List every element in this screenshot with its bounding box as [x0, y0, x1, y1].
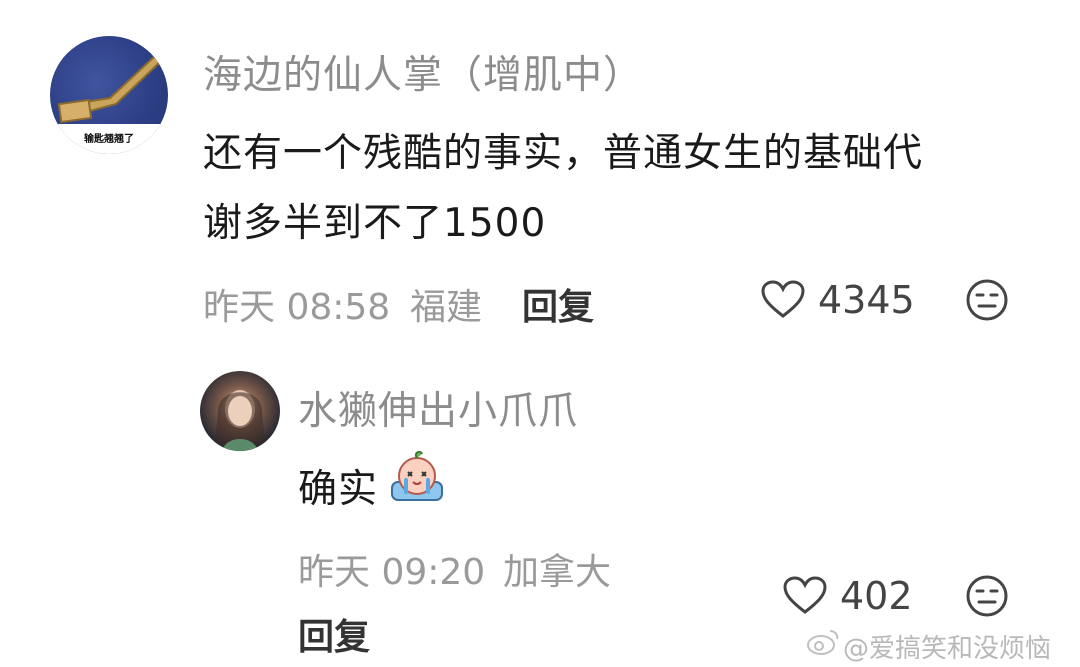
comment-text-line-1: 还有一个残酷的事实，普通女生的基础代: [203, 131, 924, 176]
weibo-logo-icon: [807, 630, 839, 655]
watermark: @爱搞笑和没烦恼: [843, 634, 1052, 664]
reply-button[interactable]: 回复: [522, 278, 594, 330]
heart-outline-icon[interactable]: [760, 280, 806, 320]
comment-location: 福建: [410, 287, 483, 328]
comment-location: 加拿大: [503, 552, 612, 593]
portrait-image-icon: [214, 390, 266, 451]
avatar[interactable]: 输匙翘翘了: [50, 36, 168, 154]
comment-time: 昨天 09:20: [298, 552, 486, 593]
avatar-caption: 输匙翘翘了: [84, 134, 134, 145]
comment-time: 昨天 08:58: [203, 287, 391, 328]
crying-peach-emoji: [391, 450, 443, 501]
reply-button[interactable]: 回复: [298, 608, 370, 660]
comment-author[interactable]: 水獭伸出小爪爪: [298, 380, 578, 436]
comment-author[interactable]: 海边的仙人掌（增肌中）: [203, 44, 643, 100]
avatar[interactable]: [200, 371, 280, 451]
avatar-caption-strip: 输匙翘翘了: [50, 124, 168, 154]
comment-text-line-2: 谢多半到不了1500: [203, 201, 547, 246]
like-count: 402: [840, 574, 913, 618]
like-count: 4345: [818, 278, 915, 322]
neutral-face-icon[interactable]: [965, 278, 1009, 322]
comment-text: 确实: [298, 467, 379, 512]
neutral-face-icon[interactable]: [965, 574, 1009, 618]
heart-outline-icon[interactable]: [782, 576, 828, 616]
